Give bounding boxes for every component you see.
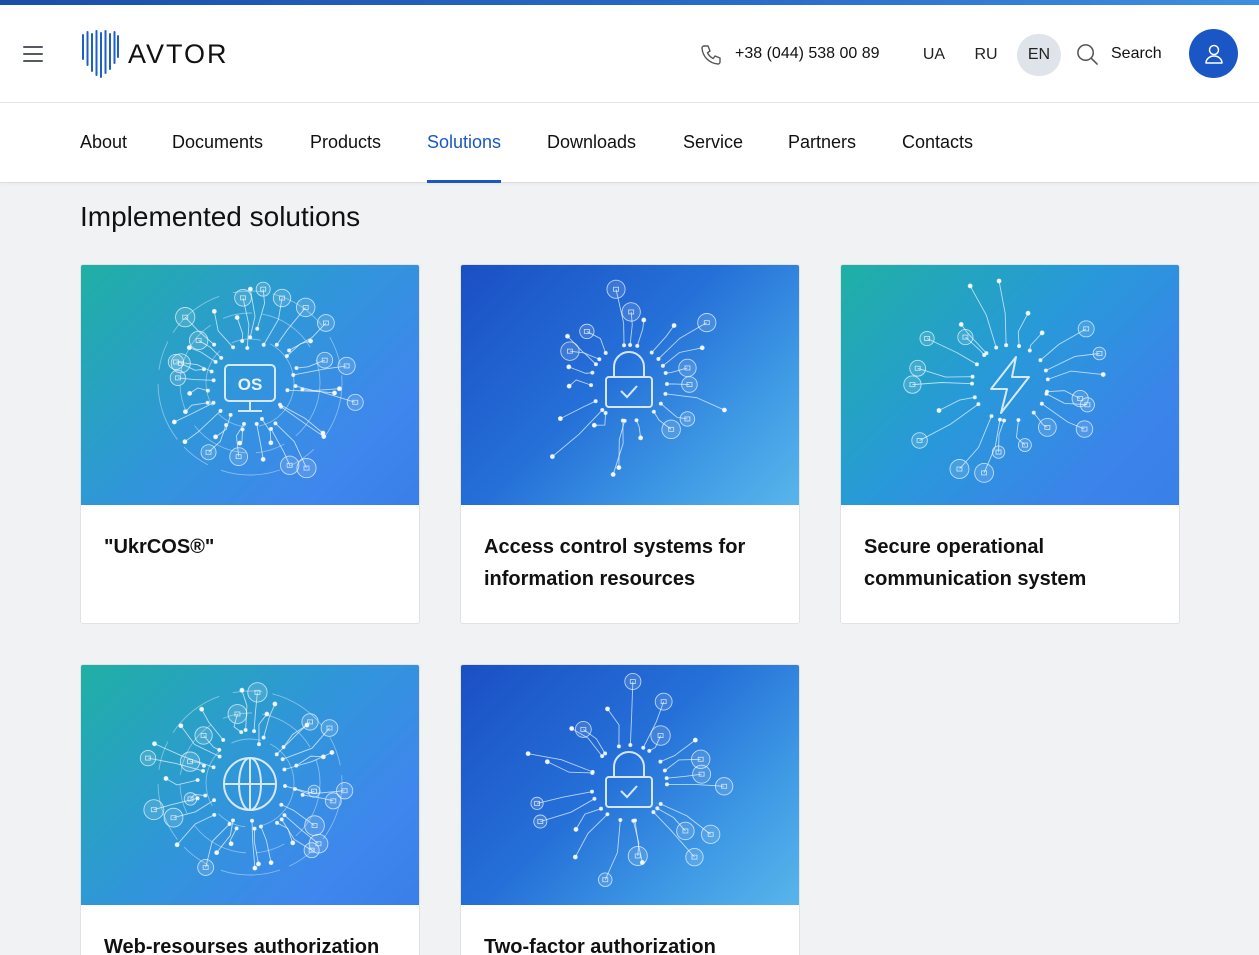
card-illustration [461, 265, 799, 505]
os-monitor-icon: OS [224, 364, 276, 412]
solution-card-access-control[interactable]: Access control systems for information r… [460, 264, 800, 624]
user-account-button[interactable] [1189, 29, 1238, 78]
card-illustration: OS [81, 265, 419, 505]
search-button[interactable]: Search [1111, 45, 1162, 63]
avtor-logo[interactable]: AVTOR [80, 29, 229, 79]
user-icon [1204, 44, 1223, 64]
lang-en[interactable]: EN [1017, 34, 1061, 76]
nav-service[interactable]: Service [683, 103, 743, 183]
brand-name: AVTOR [128, 38, 229, 69]
site-header: AVTOR +38 (044) 538 00 89 UA RU EN Searc… [0, 5, 1259, 103]
card-illustration [841, 265, 1179, 505]
card-title: Access control systems for information r… [484, 536, 746, 590]
nav-contacts[interactable]: Contacts [902, 103, 973, 183]
lang-ru[interactable]: RU [964, 34, 1008, 76]
menu-icon[interactable] [23, 46, 43, 62]
solution-card-ukrcos[interactable]: OS "UkrCOS®" [80, 264, 420, 624]
nav-downloads[interactable]: Downloads [547, 103, 636, 183]
card-title: Two-factor authorization [484, 936, 716, 955]
nav-products[interactable]: Products [310, 103, 381, 183]
nav-documents[interactable]: Documents [172, 103, 263, 183]
nav-about[interactable]: About [80, 103, 127, 183]
page-title: Implemented solutions [80, 201, 361, 232]
nav-partners[interactable]: Partners [788, 103, 856, 183]
card-title: Secure operational communication system [864, 536, 1087, 590]
padlock-icon [605, 751, 653, 808]
phone-number[interactable]: +38 (044) 538 00 89 [735, 45, 880, 63]
main-navigation: About Documents Products Solutions Downl… [0, 103, 1259, 183]
card-title: Web-resourses authorization [104, 936, 380, 955]
lightning-icon [990, 356, 1030, 414]
solution-card-secure-communication[interactable]: Secure operational communication system [840, 264, 1180, 624]
nav-solutions[interactable]: Solutions [427, 103, 502, 183]
solution-card-web-authorization[interactable]: Web-resourses authorization [80, 664, 420, 955]
card-illustration [81, 665, 419, 905]
lang-ua[interactable]: UA [912, 34, 956, 76]
os-label: OS [238, 375, 263, 394]
card-title: "UkrCOS®" [104, 536, 215, 558]
globe-icon [223, 757, 277, 811]
search-icon[interactable] [1076, 43, 1099, 66]
avtor-logo-mark [82, 30, 119, 78]
padlock-icon [605, 351, 653, 408]
solution-card-two-factor[interactable]: Two-factor authorization [460, 664, 800, 955]
phone-icon [701, 45, 721, 65]
card-illustration [461, 665, 799, 905]
